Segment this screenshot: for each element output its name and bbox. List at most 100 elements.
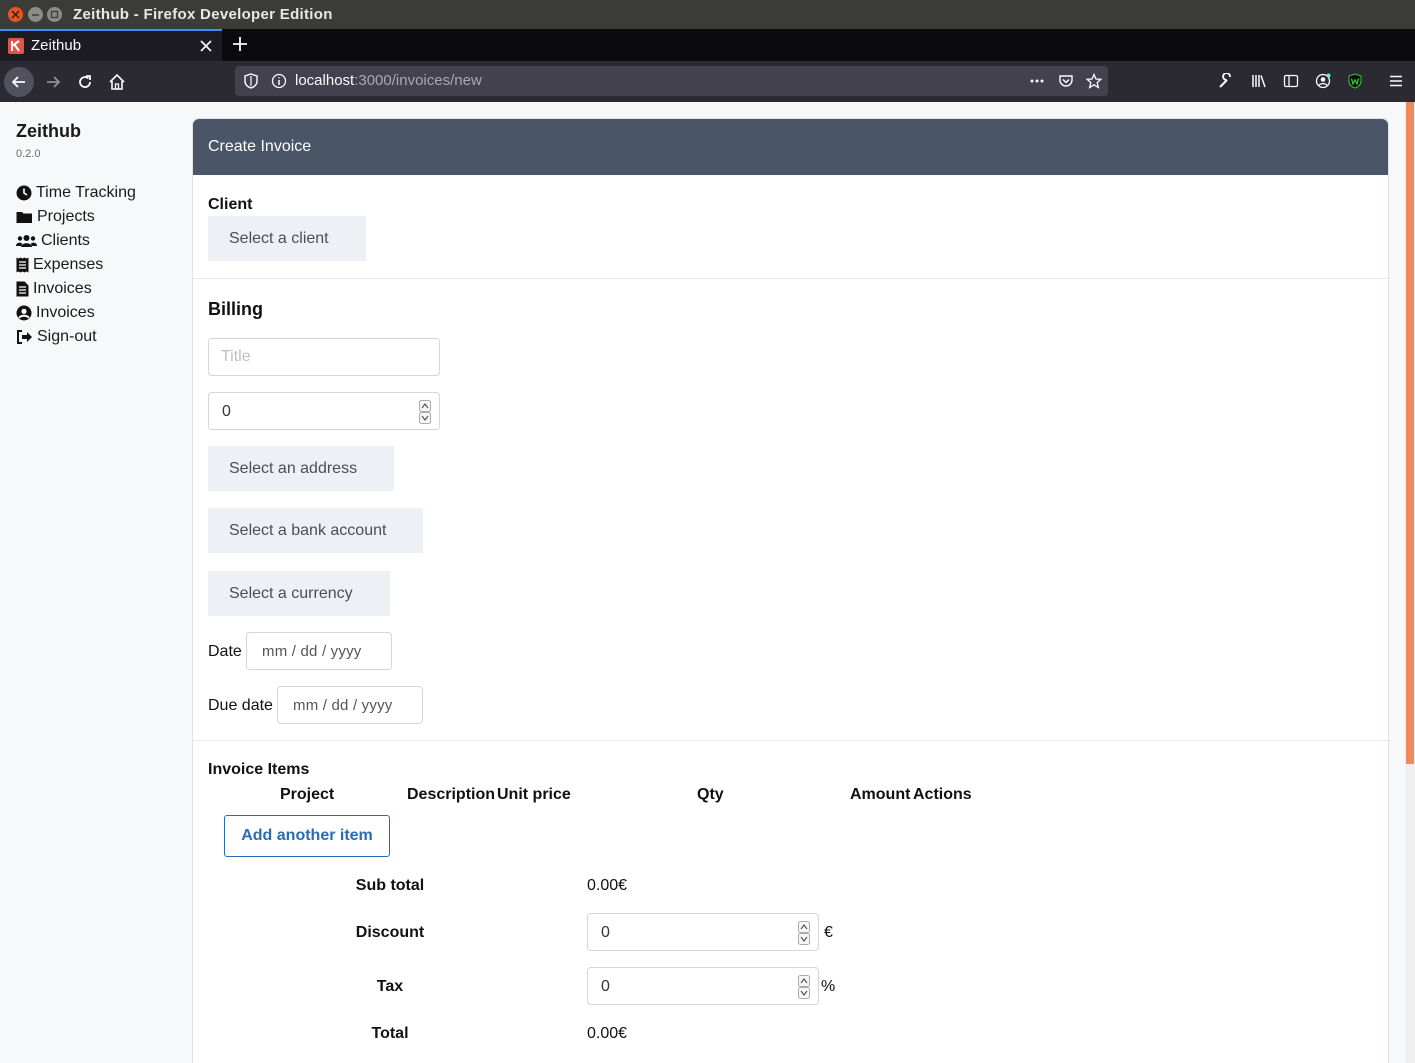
url-bar[interactable]: localhost:3000/invoices/new <box>235 66 1108 96</box>
column-unit-price: Unit price <box>497 786 571 803</box>
sidebar-nav: Time Tracking Projects Clients Expenses … <box>16 181 136 349</box>
sidebar-item-time-tracking[interactable]: Time Tracking <box>16 181 136 205</box>
app-brand[interactable]: Zeithub <box>16 121 81 142</box>
due-date-input[interactable]: mm / dd / yyyy <box>277 686 423 724</box>
date-input[interactable]: mm / dd / yyyy <box>246 632 392 670</box>
billing-heading: Billing <box>208 299 263 319</box>
tax-label: Tax <box>376 978 404 995</box>
app-version: 0.2.0 <box>16 148 41 160</box>
maximize-icon <box>50 10 59 19</box>
sign-out-icon <box>17 330 32 344</box>
due-date-label: Due date <box>208 697 273 714</box>
navigation-toolbar: localhost:3000/invoices/new <box>0 61 1415 102</box>
file-invoice-icon <box>16 281 29 297</box>
number-stepper-icon[interactable] <box>419 400 431 424</box>
close-icon <box>11 10 20 19</box>
card-header: Create Invoice <box>193 119 1388 175</box>
window-minimize-button[interactable] <box>28 7 43 22</box>
discount-stepper-icon[interactable] <box>798 921 810 945</box>
invoice-items-heading: Invoice Items <box>208 761 310 778</box>
home-icon <box>109 73 125 90</box>
page-scrollbar-thumb[interactable] <box>1406 102 1414 764</box>
column-description: Description <box>407 786 496 803</box>
bookmark-star-icon[interactable] <box>1086 73 1102 89</box>
zeithub-favicon-icon <box>8 38 24 54</box>
sidebar-toggle-icon[interactable] <box>1283 73 1299 89</box>
tab-title: Zeithub <box>31 37 82 54</box>
discount-label: Discount <box>355 924 425 941</box>
info-icon[interactable] <box>271 73 287 89</box>
due-date-input-value: mm / dd / yyyy <box>293 697 393 714</box>
sidebar: Zeithub 0.2.0 Time Tracking Projects Cli… <box>0 102 190 1063</box>
arrow-left-icon <box>11 76 25 88</box>
users-icon <box>16 235 37 247</box>
forward-button[interactable] <box>38 67 68 97</box>
page-scrollbar[interactable] <box>1405 102 1415 1063</box>
more-actions-icon[interactable] <box>1029 73 1045 89</box>
sidebar-item-projects[interactable]: Projects <box>16 205 136 229</box>
total-value: 0.00€ <box>587 1025 628 1042</box>
account-icon[interactable] <box>1315 73 1331 89</box>
date-label: Date <box>208 643 242 660</box>
bank-account-select[interactable]: Select a bank account <box>208 508 423 553</box>
back-button[interactable] <box>4 67 34 97</box>
window-titlebar: Zeithub - Firefox Developer Edition <box>0 0 1415 29</box>
add-another-item-button[interactable]: Add another item <box>224 815 390 857</box>
page-viewport: Zeithub 0.2.0 Time Tracking Projects Cli… <box>0 102 1415 1063</box>
client-select[interactable]: Select a client <box>208 216 366 261</box>
arrow-right-icon <box>47 76 61 88</box>
sidebar-item-label: Invoices <box>33 280 92 297</box>
minimize-icon <box>32 14 39 16</box>
create-invoice-card: Create Invoice Client Select a client Bi… <box>192 118 1390 1063</box>
sidebar-item-label: Projects <box>37 208 95 225</box>
shield-icon[interactable] <box>243 73 259 89</box>
sidebar-item-sign-out[interactable]: Sign-out <box>16 325 136 349</box>
currency-select[interactable]: Select a currency <box>208 571 390 616</box>
subtotal-label: Sub total <box>355 877 425 894</box>
pocket-icon[interactable] <box>1058 73 1074 89</box>
column-qty: Qty <box>697 786 724 803</box>
reload-icon <box>79 75 91 88</box>
window-maximize-button[interactable] <box>47 7 62 22</box>
tab-close-icon[interactable] <box>199 39 213 53</box>
discount-input[interactable]: 0 <box>587 913 819 951</box>
home-button[interactable] <box>102 67 132 97</box>
invoice-number-input[interactable]: 0 <box>208 392 440 430</box>
subtotal-value: 0.00€ <box>587 877 628 894</box>
sidebar-item-invoices-account[interactable]: Invoices <box>16 301 136 325</box>
sidebar-item-invoices[interactable]: Invoices <box>16 277 136 301</box>
tax-unit: % <box>821 978 836 995</box>
extension-shield-w-icon[interactable] <box>1347 73 1363 89</box>
new-tab-icon[interactable] <box>231 35 249 53</box>
receipt-icon <box>16 257 29 273</box>
tab-strip: Zeithub <box>0 29 1415 61</box>
date-input-value: mm / dd / yyyy <box>262 643 362 660</box>
client-label: Client <box>208 196 253 213</box>
window-close-button[interactable] <box>8 7 23 22</box>
url-text[interactable]: localhost:3000/invoices/new <box>295 72 482 89</box>
sidebar-item-expenses[interactable]: Expenses <box>16 253 136 277</box>
hamburger-menu-icon[interactable] <box>1388 73 1404 89</box>
reload-button[interactable] <box>70 67 100 97</box>
billing-divider <box>193 278 1390 279</box>
column-actions: Actions <box>913 786 972 803</box>
sidebar-item-label: Expenses <box>33 256 104 273</box>
tab-zeithub[interactable]: Zeithub <box>0 29 222 61</box>
address-select[interactable]: Select an address <box>208 446 394 491</box>
invoice-number-value: 0 <box>222 403 231 420</box>
url-host: localhost <box>295 72 355 89</box>
window-title: Zeithub - Firefox Developer Edition <box>73 6 333 23</box>
developer-tools-wrench-icon[interactable] <box>1218 73 1234 89</box>
tax-stepper-icon[interactable] <box>798 975 810 999</box>
sidebar-item-label: Clients <box>41 232 90 249</box>
url-path: :3000/invoices/new <box>354 72 482 89</box>
sidebar-item-clients[interactable]: Clients <box>16 229 136 253</box>
user-circle-icon <box>16 305 32 321</box>
column-amount: Amount <box>850 786 911 803</box>
tax-input[interactable]: 0 <box>587 967 819 1005</box>
sidebar-item-label: Invoices <box>36 304 95 321</box>
column-project: Project <box>280 786 335 803</box>
library-icon[interactable] <box>1251 73 1267 89</box>
invoice-title-input[interactable] <box>208 338 440 376</box>
folder-icon <box>16 212 32 223</box>
